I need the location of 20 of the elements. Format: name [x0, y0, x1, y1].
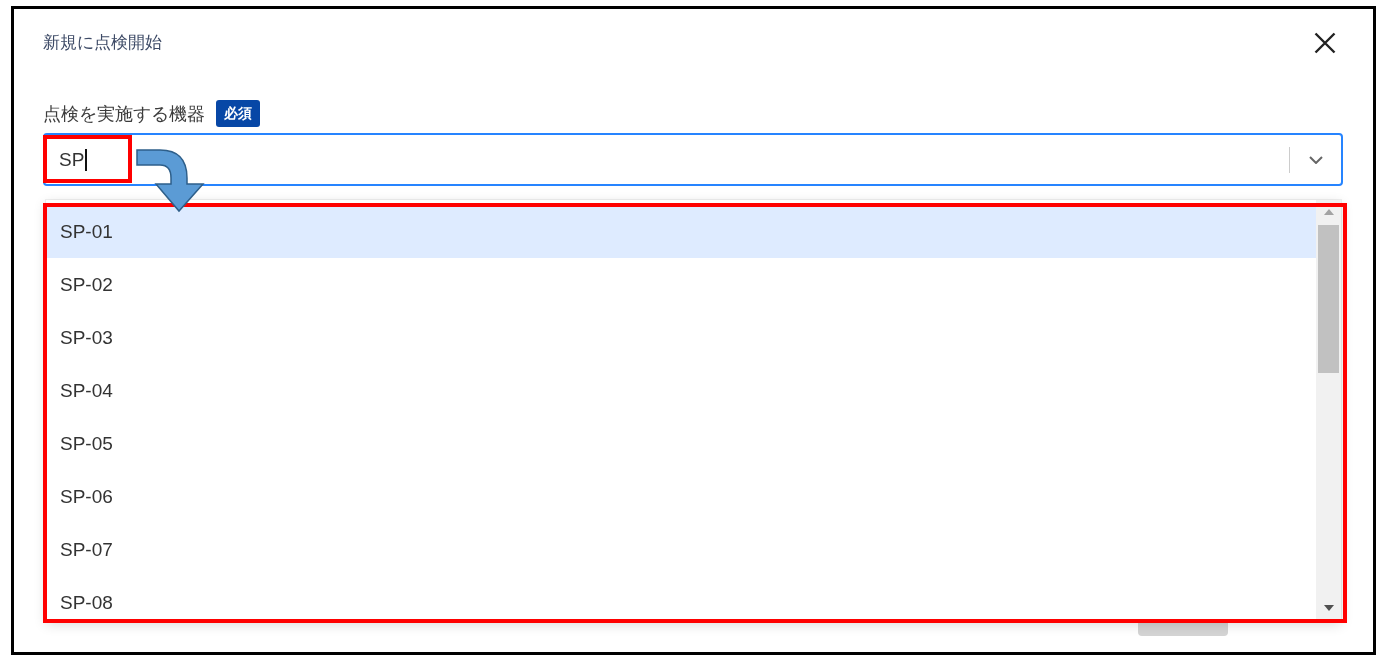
dropdown-option[interactable]: SP-07: [46, 523, 1316, 576]
dropdown-option[interactable]: SP-02: [46, 258, 1316, 311]
curved-arrow: [136, 148, 206, 213]
text-cursor: [85, 148, 88, 171]
dropdown-option[interactable]: SP-01: [46, 205, 1316, 258]
scrollbar-thumb[interactable]: [1318, 225, 1339, 373]
search-select-field[interactable]: SP: [43, 133, 1343, 186]
required-badge: 必須: [216, 100, 260, 127]
dialog-title: 新規に点検開始: [43, 32, 162, 54]
dropdown-option[interactable]: SP-03: [46, 311, 1316, 364]
close-icon[interactable]: [1314, 32, 1336, 54]
dropdown-option[interactable]: SP-08: [46, 576, 1316, 620]
dropdown-option[interactable]: SP-04: [46, 364, 1316, 417]
scroll-down-icon[interactable]: [1323, 605, 1334, 611]
scroll-up-icon[interactable]: [1323, 209, 1334, 215]
chevron-down-icon[interactable]: [1309, 155, 1323, 164]
field-label: 点検を実施する機器: [43, 102, 205, 126]
dropdown-option[interactable]: SP-05: [46, 417, 1316, 470]
scrollbar-track[interactable]: [1316, 200, 1341, 620]
dropdown-option[interactable]: SP-06: [46, 470, 1316, 523]
